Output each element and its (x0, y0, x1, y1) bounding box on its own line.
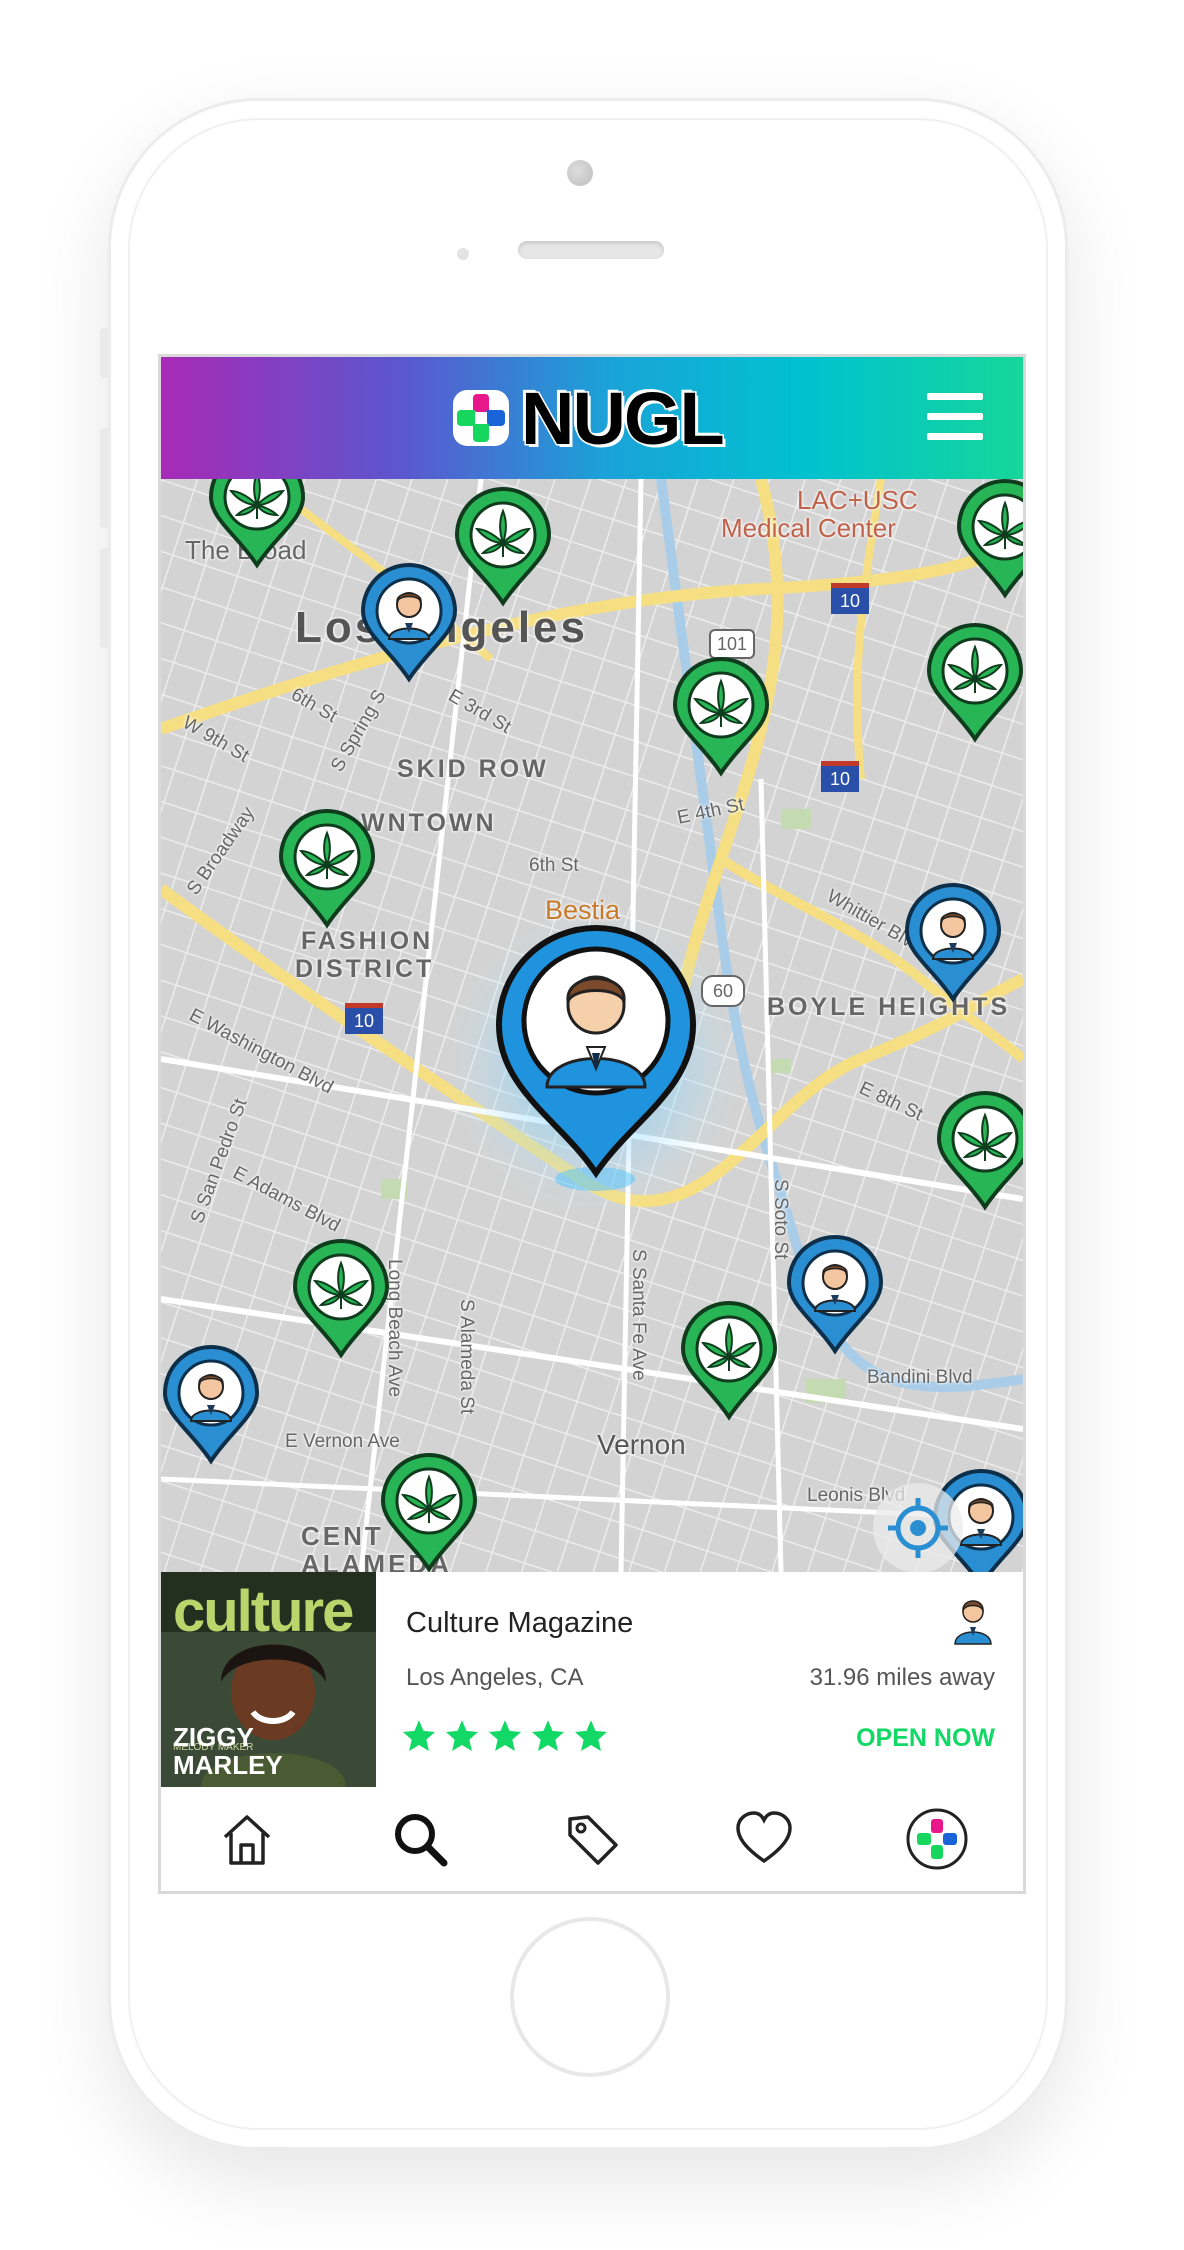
menu-line-icon (927, 433, 983, 440)
nav-search[interactable] (388, 1807, 452, 1871)
search-icon (394, 1814, 448, 1867)
dispensary-pin[interactable] (453, 487, 553, 607)
dispensary-pin[interactable] (679, 1301, 779, 1421)
mute-switch (100, 328, 108, 378)
map-label-downtown: WNTOWN (361, 809, 497, 837)
tag-icon (568, 1815, 618, 1865)
store-cover-image: culture MELODY MAKER ZIGGY MARLEY (161, 1572, 376, 1787)
map-label-district: DISTRICT (295, 955, 435, 983)
home-icon (224, 1815, 271, 1865)
dispensary-pin[interactable] (207, 479, 307, 569)
star-rating (401, 1718, 609, 1754)
highway-10-shield: 10 (345, 1003, 383, 1034)
highway-10-shield: 10 (831, 583, 869, 614)
highway-101-shield: 101 (709, 629, 755, 659)
map-label-skid-row: SKID ROW (397, 755, 549, 783)
dispensary-pin[interactable] (277, 809, 377, 929)
bottom-navigation (161, 1787, 1023, 1891)
highway-60-shield: 60 (701, 975, 745, 1007)
map-label-s-alameda: S Alameda St (456, 1299, 477, 1415)
store-distance: 31.96 miles away (809, 1664, 995, 1691)
magazine-cover-name: ZIGGY MARLEY (173, 1722, 283, 1780)
dispensary-pin[interactable] (935, 1091, 1023, 1211)
crosshair-target-icon (888, 1498, 948, 1558)
star-icon (488, 1720, 522, 1751)
star-icon (531, 1720, 565, 1751)
map-label-fashion: FASHION (301, 927, 434, 955)
map-view[interactable]: The Broad LAC+USC Medical Center Los Ang… (161, 479, 1023, 1572)
dispensary-pin[interactable] (955, 479, 1023, 599)
heart-icon (736, 1811, 793, 1864)
user-pin[interactable] (161, 1345, 261, 1465)
map-label-e-vernon: E Vernon Ave (285, 1431, 400, 1452)
home-button[interactable] (510, 1917, 670, 2077)
dispensary-pin[interactable] (291, 1239, 391, 1359)
proximity-sensor (457, 248, 469, 260)
map-label-lac-usc: LAC+USC (797, 485, 918, 515)
store-name: Culture Magazine (406, 1607, 634, 1639)
map-label-central: CENT (301, 1521, 384, 1551)
earpiece-speaker (518, 241, 664, 259)
nugl-logo[interactable]: NUGL (449, 375, 726, 461)
map-label-medical-center: Medical Center (721, 513, 896, 543)
volume-up-button (100, 428, 108, 528)
star-icon (402, 1720, 436, 1751)
hamburger-menu-button[interactable] (927, 393, 987, 443)
top-bar: NUGL (161, 357, 1023, 479)
star-icon (445, 1720, 479, 1751)
map-label-s-santa-fe: S Santa Fe Ave (628, 1249, 649, 1381)
app-name: NUGL (520, 375, 727, 461)
menu-line-icon (927, 393, 983, 400)
nav-favorites[interactable] (732, 1807, 796, 1871)
user-pin[interactable] (903, 883, 1003, 1003)
nav-nugl[interactable] (905, 1807, 969, 1871)
app-screen: NUGL The Broad LAC+USC Medical Center Lo… (158, 354, 1026, 1894)
nav-home[interactable] (215, 1807, 279, 1871)
person-avatar-icon (954, 1600, 992, 1645)
map-label-vernon: Vernon (597, 1429, 686, 1460)
store-card[interactable]: culture MELODY MAKER ZIGGY MARLEY Cultur… (161, 1572, 1023, 1789)
map-label-6th-st: 6th St (529, 855, 579, 876)
dispensary-pin[interactable] (379, 1453, 479, 1572)
locate-me-button[interactable] (873, 1483, 963, 1572)
current-location-pin[interactable] (491, 921, 701, 1181)
map-label-bandini: Bandini Blvd (867, 1367, 973, 1388)
nugl-cross-icon (453, 390, 509, 446)
nugl-logo-icon (906, 1808, 968, 1870)
highway-10-shield: 10 (821, 761, 859, 792)
nav-deals[interactable] (560, 1807, 624, 1871)
star-icon (574, 1720, 608, 1751)
magazine-title: culture (173, 1579, 354, 1644)
volume-down-button (100, 548, 108, 648)
dispensary-pin[interactable] (925, 623, 1023, 743)
store-location: Los Angeles, CA (406, 1664, 584, 1691)
user-pin[interactable] (785, 1235, 885, 1355)
front-camera (567, 160, 593, 186)
open-status-badge: OPEN NOW (856, 1724, 995, 1752)
user-pin[interactable] (359, 563, 459, 683)
dispensary-pin[interactable] (671, 657, 771, 777)
menu-line-icon (927, 413, 983, 420)
